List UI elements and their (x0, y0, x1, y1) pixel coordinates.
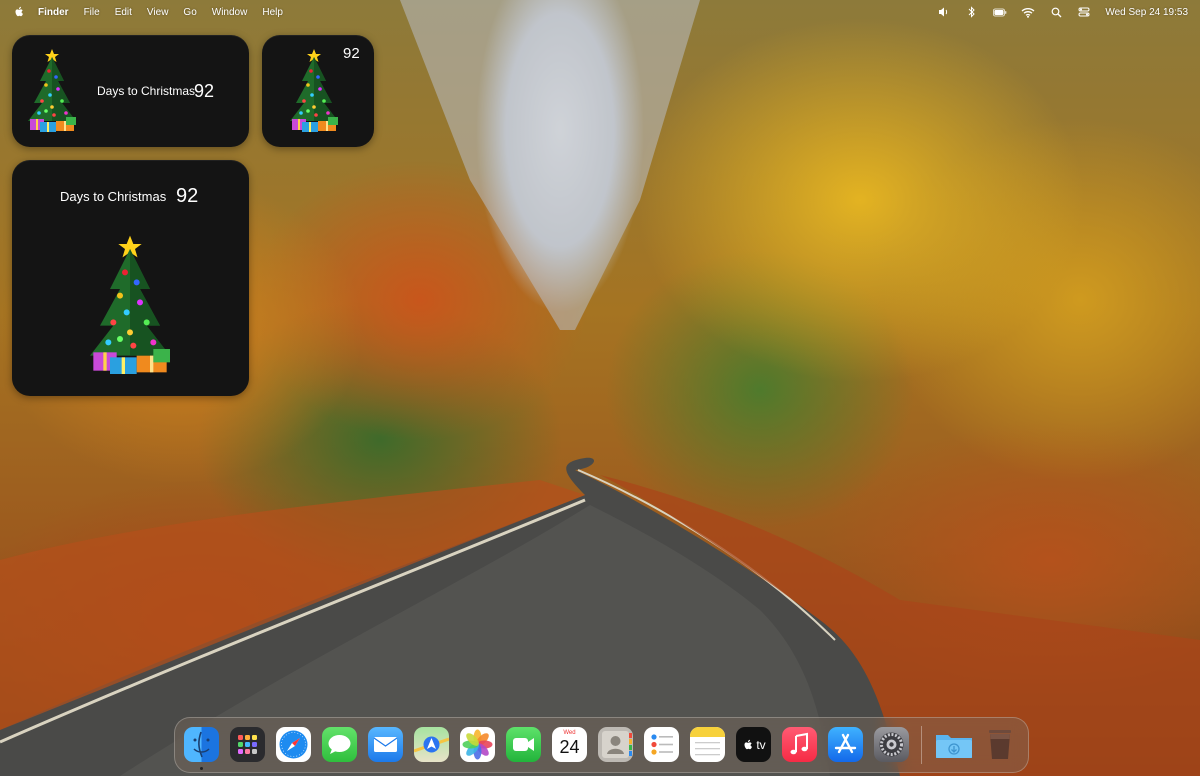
dock-separator (921, 726, 922, 764)
menu-app-name[interactable]: Finder (38, 7, 69, 18)
bluetooth-icon[interactable] (965, 5, 979, 19)
menu-help[interactable]: Help (262, 7, 283, 18)
christmas-countdown-widget-large[interactable]: Days to Christmas 92 (12, 160, 249, 396)
downloads-folder-icon[interactable] (934, 727, 974, 762)
notes-icon[interactable] (690, 727, 725, 762)
christmas-countdown-widget-medium[interactable]: Days to Christmas 92 (12, 35, 249, 147)
finder-icon[interactable] (184, 727, 219, 762)
tv-icon[interactable]: tv (736, 727, 771, 762)
spotlight-search-icon[interactable] (1049, 5, 1063, 19)
christmas-tree-icon (284, 45, 344, 135)
launchpad-icon[interactable] (230, 727, 265, 762)
contacts-icon[interactable] (598, 727, 633, 762)
wifi-icon[interactable] (1021, 5, 1035, 19)
widget-label: Days to Christmas (60, 189, 167, 204)
widget-label: Days to Christmas (97, 84, 196, 98)
widget-days-count: 92 (176, 185, 199, 207)
christmas-countdown-widget-small[interactable]: 92 (262, 35, 374, 147)
menu-go[interactable]: Go (183, 7, 196, 18)
christmas-tree-icon (80, 224, 180, 384)
tv-label: tv (756, 737, 766, 752)
battery-icon[interactable] (993, 5, 1007, 19)
volume-icon[interactable] (937, 5, 951, 19)
menu-bar-clock[interactable]: Wed Sep 24 19:53 (1105, 7, 1188, 18)
apple-menu-icon[interactable] (12, 5, 26, 19)
menu-file[interactable]: File (84, 7, 100, 18)
widget-days-count: 92 (194, 81, 215, 101)
menu-view[interactable]: View (147, 7, 169, 18)
control-center-icon[interactable] (1077, 5, 1091, 19)
messages-icon[interactable] (322, 727, 357, 762)
system-settings-icon[interactable] (874, 727, 909, 762)
menu-edit[interactable]: Edit (115, 7, 132, 18)
facetime-icon[interactable] (506, 727, 541, 762)
photos-icon[interactable] (460, 727, 495, 762)
widget-days-count: 92 (343, 45, 360, 62)
dock: Wed 24 tv (174, 717, 1029, 773)
app-store-icon[interactable] (828, 727, 863, 762)
finder-running-indicator (200, 767, 203, 770)
calendar-weekday: Wed (563, 730, 576, 736)
calendar-day: 24 (559, 737, 580, 757)
menu-bar: Finder File Edit View Go Window Help Wed… (0, 0, 1200, 24)
reminders-icon[interactable] (644, 727, 679, 762)
music-icon[interactable] (782, 727, 817, 762)
mail-icon[interactable] (368, 727, 403, 762)
calendar-icon[interactable]: Wed 24 (552, 727, 587, 762)
christmas-tree-icon (22, 45, 82, 135)
menu-window[interactable]: Window (212, 7, 248, 18)
safari-icon[interactable] (276, 727, 311, 762)
trash-icon[interactable] (982, 727, 1018, 762)
maps-icon[interactable] (414, 727, 449, 762)
